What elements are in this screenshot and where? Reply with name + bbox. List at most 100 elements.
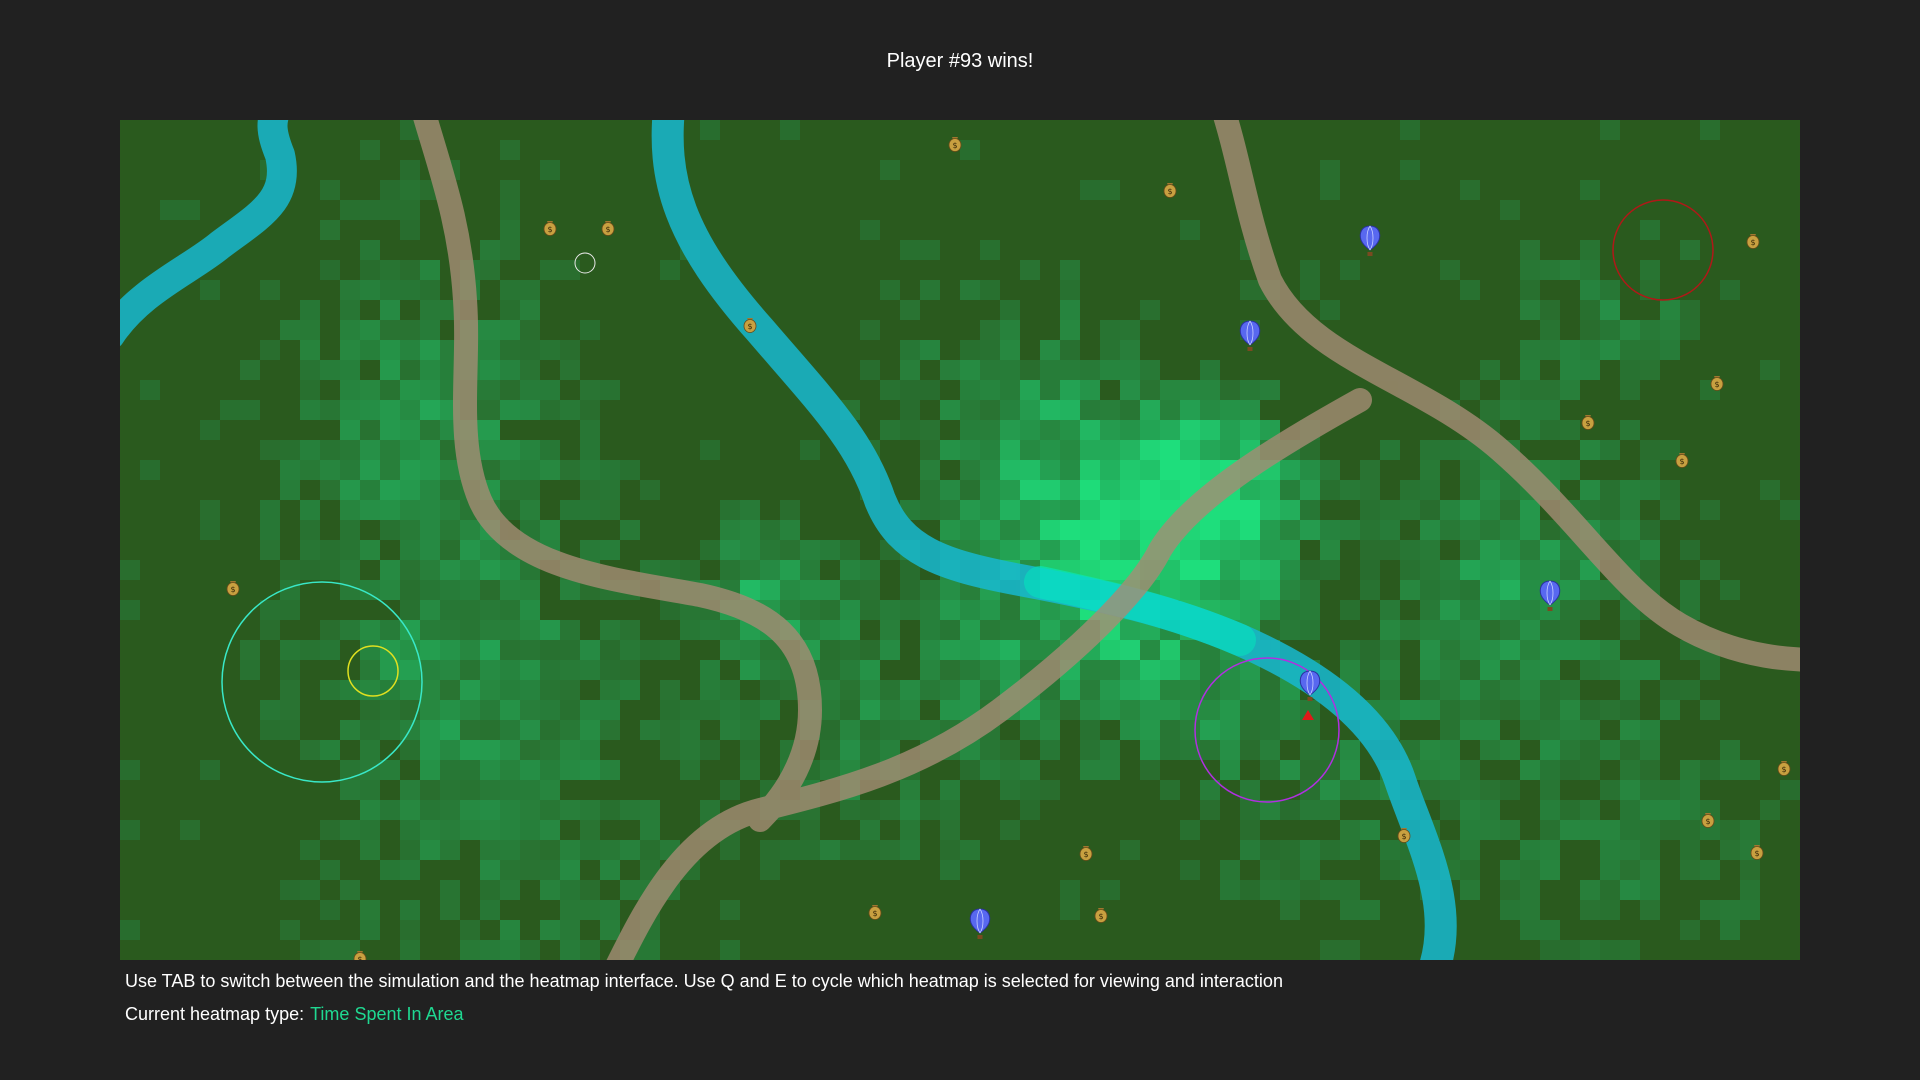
heat-cell xyxy=(1320,180,1340,200)
heat-cell xyxy=(580,420,600,440)
heat-cell xyxy=(520,480,540,500)
heat-cell xyxy=(1360,820,1380,840)
heat-cell xyxy=(1300,880,1320,900)
heat-cell xyxy=(1020,780,1040,800)
heat-cell xyxy=(1180,420,1200,440)
heat-cell xyxy=(820,700,840,720)
heat-cell xyxy=(1460,460,1480,480)
heat-cell xyxy=(1440,740,1460,760)
heat-cell xyxy=(300,740,320,760)
heatmap-map[interactable]: $ $ $ $ $ $ $ $ $ $ $ $ $ $ $ $ $ $ xyxy=(120,120,1800,960)
heat-cell xyxy=(860,820,880,840)
heat-cell xyxy=(1100,680,1120,700)
heat-cell xyxy=(1040,440,1060,460)
svg-text:$: $ xyxy=(1098,912,1103,921)
heat-cell xyxy=(220,400,240,420)
heat-cell xyxy=(1640,520,1660,540)
heat-cell xyxy=(440,600,460,620)
heat-cell xyxy=(1680,680,1700,700)
heat-cell xyxy=(280,600,300,620)
heat-cell xyxy=(340,280,360,300)
heat-cell xyxy=(1560,420,1580,440)
heat-cell xyxy=(1560,580,1580,600)
heat-cell xyxy=(480,340,500,360)
heat-cell xyxy=(1280,880,1300,900)
heat-cell xyxy=(1680,920,1700,940)
heat-cell xyxy=(1540,940,1560,960)
heat-cell xyxy=(1040,700,1060,720)
heat-cell xyxy=(340,520,360,540)
svg-text:$: $ xyxy=(872,909,877,918)
heat-cell xyxy=(1120,500,1140,520)
heat-cell xyxy=(580,480,600,500)
heat-cell xyxy=(560,340,580,360)
heat-cell xyxy=(1540,620,1560,640)
heat-cell xyxy=(1100,700,1120,720)
heat-cell xyxy=(1740,820,1760,840)
heat-cell xyxy=(540,440,560,460)
heat-cell xyxy=(580,840,600,860)
heat-cell xyxy=(1680,860,1700,880)
heat-cell xyxy=(420,600,440,620)
svg-text:$: $ xyxy=(1083,850,1088,859)
heat-cell xyxy=(1720,740,1740,760)
heat-cell xyxy=(940,480,960,500)
heat-cell xyxy=(1540,380,1560,400)
heat-cell xyxy=(700,540,720,560)
heat-cell xyxy=(900,840,920,860)
heat-cell xyxy=(1420,740,1440,760)
heat-cell xyxy=(340,340,360,360)
heat-cell xyxy=(860,560,880,580)
heat-cell xyxy=(560,460,580,480)
heat-cell xyxy=(600,860,620,880)
heat-cell xyxy=(1060,460,1080,480)
heat-cell xyxy=(1680,820,1700,840)
heat-cell xyxy=(1040,460,1060,480)
heat-cell xyxy=(520,640,540,660)
heat-cell xyxy=(1280,520,1300,540)
heat-cell xyxy=(1380,860,1400,880)
heat-cell xyxy=(1600,300,1620,320)
heat-cell xyxy=(500,860,520,880)
heat-cell xyxy=(440,760,460,780)
heat-cell xyxy=(400,680,420,700)
heat-cell xyxy=(1420,460,1440,480)
heat-cell xyxy=(1660,700,1680,720)
heat-cell xyxy=(1340,940,1360,960)
heat-cell xyxy=(1620,820,1640,840)
heat-cell xyxy=(1500,520,1520,540)
heat-cell xyxy=(1480,580,1500,600)
heat-cell xyxy=(960,420,980,440)
heat-cell xyxy=(400,420,420,440)
heat-cell xyxy=(1220,760,1240,780)
heat-cell xyxy=(440,700,460,720)
heat-cell xyxy=(1520,600,1540,620)
heat-cell xyxy=(1140,720,1160,740)
heat-cell xyxy=(1200,520,1220,540)
heat-cell xyxy=(260,540,280,560)
heat-cell xyxy=(1280,500,1300,520)
heat-cell xyxy=(280,720,300,740)
heat-cell xyxy=(560,580,580,600)
heat-cell xyxy=(380,720,400,740)
heat-cell xyxy=(1460,600,1480,620)
heat-cell xyxy=(1600,320,1620,340)
heat-cell xyxy=(1580,700,1600,720)
heat-cell xyxy=(700,700,720,720)
heat-cell xyxy=(1280,460,1300,480)
heat-cell xyxy=(480,420,500,440)
heat-cell xyxy=(940,580,960,600)
map-canvas[interactable]: $ $ $ $ $ $ $ $ $ $ $ $ $ $ $ $ $ $ xyxy=(120,120,1800,960)
heat-cell xyxy=(940,680,960,700)
heat-cell xyxy=(1220,700,1240,720)
heat-cell xyxy=(400,160,420,180)
heat-cell xyxy=(1260,800,1280,820)
heat-cell xyxy=(1340,600,1360,620)
heat-cell xyxy=(920,340,940,360)
heat-cell xyxy=(1000,440,1020,460)
heat-cell xyxy=(320,620,340,640)
heat-cell xyxy=(960,140,980,160)
heat-cell xyxy=(1720,920,1740,940)
heat-cell xyxy=(340,480,360,500)
heat-cell xyxy=(1160,660,1180,680)
